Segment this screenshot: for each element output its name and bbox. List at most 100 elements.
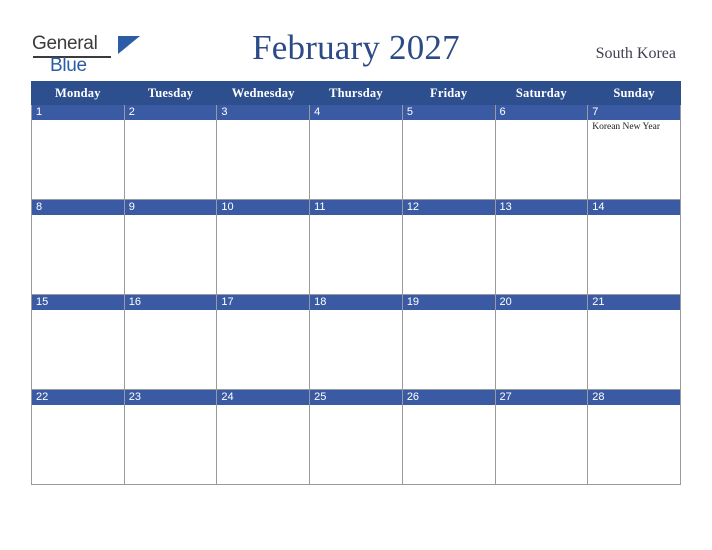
day-cell[interactable]: 1 xyxy=(31,104,125,200)
day-events xyxy=(496,405,588,407)
day-cell[interactable]: 18 xyxy=(309,294,403,390)
holiday-label: Korean New Year xyxy=(592,122,661,132)
day-events xyxy=(588,310,680,312)
day-number: 20 xyxy=(495,295,588,310)
day-number: 1 xyxy=(32,105,124,120)
weekday-header-saturday: Saturday xyxy=(494,81,589,105)
week-row: 15 16 17 18 19 20 21 xyxy=(31,294,681,390)
day-number: 18 xyxy=(310,295,402,310)
day-events xyxy=(588,215,680,217)
day-events xyxy=(588,405,680,407)
month-grid: Monday Tuesday Wednesday Thursday Friday… xyxy=(31,81,681,485)
day-cell[interactable]: 22 xyxy=(31,389,125,485)
day-cell[interactable]: 24 xyxy=(216,389,311,485)
day-cell[interactable]: 21 xyxy=(587,294,681,390)
day-cell[interactable]: 3 xyxy=(216,104,311,200)
day-cell[interactable]: 8 xyxy=(31,199,125,295)
day-events xyxy=(496,310,588,312)
day-number: 17 xyxy=(217,295,310,310)
weekday-header-tuesday: Tuesday xyxy=(123,81,218,105)
day-cell[interactable]: 9 xyxy=(123,199,218,295)
day-events xyxy=(403,120,495,122)
day-number: 10 xyxy=(217,200,310,215)
day-events xyxy=(310,120,402,122)
day-cell[interactable]: 27 xyxy=(494,389,589,485)
day-events xyxy=(403,215,495,217)
day-number: 16 xyxy=(124,295,217,310)
day-number: 2 xyxy=(124,105,217,120)
day-cell[interactable]: 25 xyxy=(309,389,403,485)
day-cell[interactable]: 23 xyxy=(123,389,218,485)
day-cell[interactable]: 6 xyxy=(494,104,589,200)
week-row: 8 9 10 11 12 13 14 xyxy=(31,199,681,295)
day-cell[interactable]: 15 xyxy=(31,294,125,390)
day-events xyxy=(32,310,124,312)
day-number: 28 xyxy=(588,390,680,405)
weekday-header-row: Monday Tuesday Wednesday Thursday Friday… xyxy=(31,81,681,105)
day-cell[interactable]: 20 xyxy=(494,294,589,390)
weekday-header-monday: Monday xyxy=(31,81,125,105)
day-number: 6 xyxy=(495,105,588,120)
day-events: Korean New Year xyxy=(588,120,680,133)
day-cell[interactable]: 7 Korean New Year xyxy=(587,104,681,200)
day-number: 27 xyxy=(495,390,588,405)
day-cell[interactable]: 19 xyxy=(401,294,496,390)
day-events xyxy=(125,405,217,407)
day-number: 12 xyxy=(402,200,495,215)
country-label: South Korea xyxy=(595,45,676,62)
day-number: 3 xyxy=(217,105,310,120)
weekday-header-sunday: Sunday xyxy=(587,81,681,105)
day-events xyxy=(217,310,309,312)
day-number: 11 xyxy=(310,200,402,215)
calendar-page: General Blue February 2027 South Korea M… xyxy=(0,0,712,550)
day-cell[interactable]: 2 xyxy=(123,104,218,200)
day-events xyxy=(496,120,588,122)
day-events xyxy=(310,310,402,312)
day-number: 15 xyxy=(32,295,124,310)
week-row: 22 23 24 25 26 27 28 xyxy=(31,389,681,485)
day-events xyxy=(217,120,309,122)
day-cell[interactable]: 14 xyxy=(587,199,681,295)
day-number: 21 xyxy=(588,295,680,310)
day-events xyxy=(403,405,495,407)
weekday-header-thursday: Thursday xyxy=(309,81,403,105)
day-cell[interactable]: 4 xyxy=(309,104,403,200)
day-number: 4 xyxy=(310,105,402,120)
day-cell[interactable]: 11 xyxy=(309,199,403,295)
day-number: 24 xyxy=(217,390,310,405)
day-number: 19 xyxy=(402,295,495,310)
day-cell[interactable]: 12 xyxy=(401,199,496,295)
week-row: 1 2 3 4 5 6 7 Korean New Year xyxy=(31,104,681,200)
day-events xyxy=(32,405,124,407)
day-number: 25 xyxy=(310,390,402,405)
day-events xyxy=(125,215,217,217)
day-events xyxy=(125,310,217,312)
day-cell[interactable]: 17 xyxy=(216,294,311,390)
day-cell[interactable]: 5 xyxy=(401,104,496,200)
day-events xyxy=(125,120,217,122)
day-cell[interactable]: 16 xyxy=(123,294,218,390)
day-number: 22 xyxy=(32,390,124,405)
day-number: 23 xyxy=(124,390,217,405)
day-cell[interactable]: 28 xyxy=(587,389,681,485)
day-events xyxy=(496,215,588,217)
day-number: 7 xyxy=(588,105,680,120)
weekday-header-friday: Friday xyxy=(401,81,496,105)
day-events xyxy=(310,405,402,407)
day-cell[interactable]: 13 xyxy=(494,199,589,295)
day-events xyxy=(310,215,402,217)
day-number: 14 xyxy=(588,200,680,215)
day-events xyxy=(32,215,124,217)
day-number: 13 xyxy=(495,200,588,215)
day-events xyxy=(217,215,309,217)
day-number: 26 xyxy=(402,390,495,405)
day-events xyxy=(32,120,124,122)
day-cell[interactable]: 10 xyxy=(216,199,311,295)
page-header: General Blue February 2027 South Korea xyxy=(0,0,712,80)
day-cell[interactable]: 26 xyxy=(401,389,496,485)
day-events xyxy=(403,310,495,312)
weekday-header-wednesday: Wednesday xyxy=(216,81,311,105)
day-number: 5 xyxy=(402,105,495,120)
day-events xyxy=(217,405,309,407)
day-number: 9 xyxy=(124,200,217,215)
